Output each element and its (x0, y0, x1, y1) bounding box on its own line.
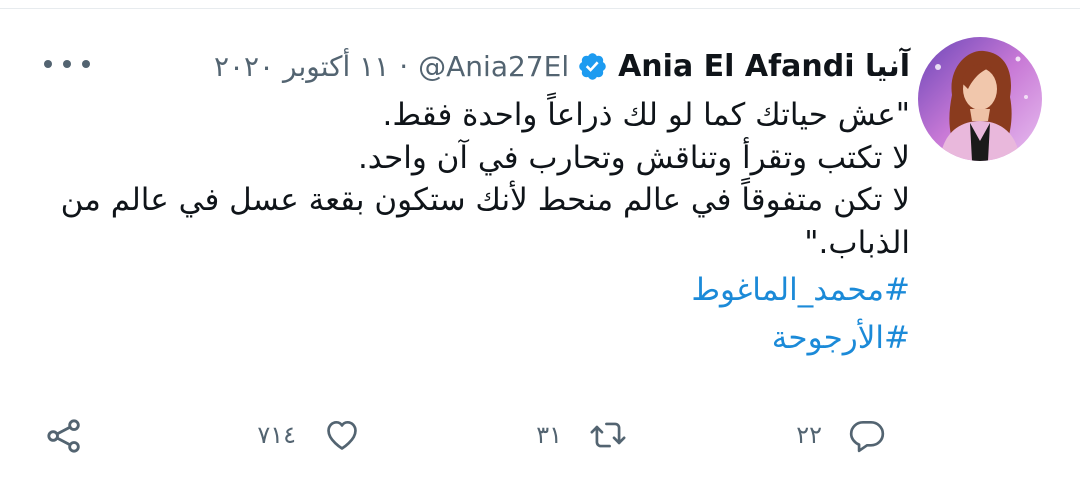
retweet-icon (590, 422, 626, 448)
tweet-body: "عش حياتك كما لو لك ذراعاً واحدة فقط. لا… (44, 94, 910, 362)
tweet-actions: ٢٢ ٣١ ٧١٤ (0, 410, 1080, 460)
header-separator: · (399, 49, 409, 83)
reply-count: ٢٢ (796, 421, 822, 449)
tweet-date[interactable]: ١١ أكتوبر ٢٠٢٠ (214, 50, 389, 83)
like-button[interactable]: ٧١٤ (257, 416, 362, 454)
retweet-button[interactable]: ٣١ (536, 416, 628, 454)
reply-icon (849, 420, 885, 453)
more-icon[interactable] (44, 52, 90, 76)
avatar[interactable] (918, 37, 1042, 161)
avatar-image (918, 37, 1042, 161)
hashtag-link[interactable]: #الأرجوحة (44, 314, 910, 362)
top-divider (0, 8, 1080, 9)
tweet-text-line: لا تكن متفوقاً في عالم منحط لأنك ستكون ب… (60, 182, 910, 261)
author-name[interactable]: Ania El Afandi آنيا (618, 49, 910, 84)
tweet-text-line: "عش حياتك كما لو لك ذراعاً واحدة فقط. (382, 97, 911, 133)
hashtag-list: #محمد_الماغوط #الأرجوحة (44, 266, 910, 362)
like-count: ٧١٤ (257, 421, 296, 449)
tweet-text-line: لا تكتب وتقرأ وتناقش وتحارب في آن واحد. (357, 139, 910, 176)
share-button[interactable] (44, 416, 84, 456)
author-handle[interactable]: @Ania27El (418, 50, 569, 83)
reply-button[interactable]: ٢٢ (796, 416, 886, 454)
share-icon (47, 419, 80, 453)
tweet-header: Ania El Afandi آنيا @Ania27El · ١١ أكتوب… (214, 46, 910, 86)
verified-badge-icon (579, 52, 606, 80)
hashtag-link[interactable]: #محمد_الماغوط (44, 266, 910, 314)
like-icon (327, 420, 357, 450)
retweet-count: ٣١ (536, 421, 562, 449)
